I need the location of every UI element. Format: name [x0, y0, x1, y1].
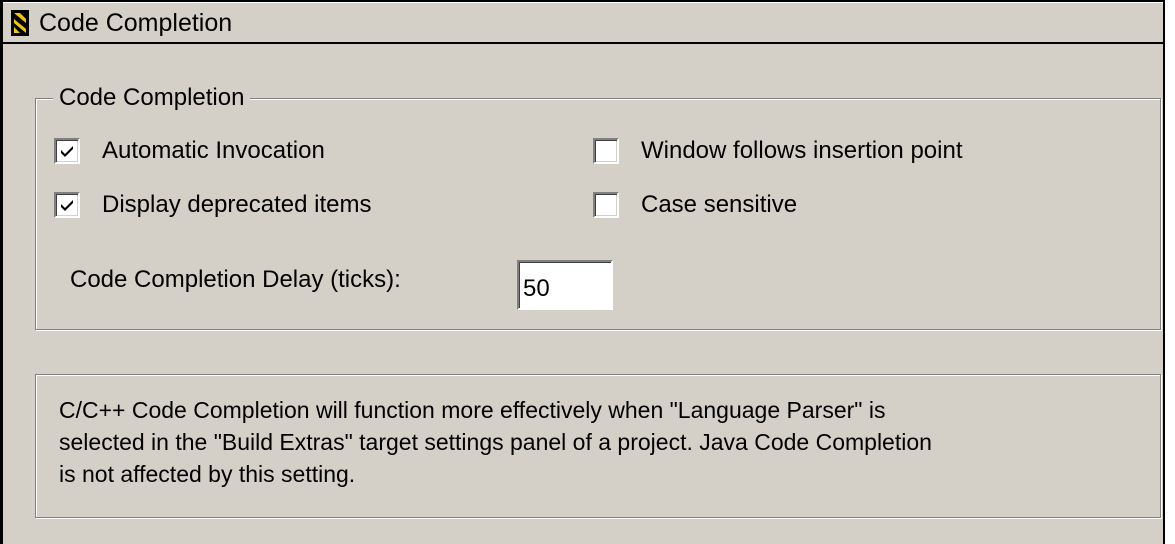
- delay-input[interactable]: [517, 260, 613, 310]
- automatic-invocation-checkbox[interactable]: Automatic Invocation: [54, 136, 325, 166]
- panel-title-bar: Code Completion: [3, 0, 1163, 44]
- case-sensitive-checkbox[interactable]: Case sensitive: [593, 190, 797, 220]
- note-line: is not affected by this setting.: [59, 461, 356, 487]
- panel-grip-icon: [11, 10, 29, 36]
- checkmark-icon: [61, 146, 73, 157]
- checkbox-box[interactable]: [54, 192, 80, 218]
- info-note-text: C/C++ Code Completion will function more…: [59, 394, 1149, 490]
- checkbox-box[interactable]: [593, 192, 619, 218]
- panel-title: Code Completion: [39, 9, 233, 37]
- checkbox-label: Display deprecated items: [102, 191, 372, 218]
- checkbox-label: Case sensitive: [641, 191, 798, 218]
- note-line: C/C++ Code Completion will function more…: [59, 397, 886, 423]
- window-follows-insertion-point-checkbox[interactable]: Window follows insertion point: [593, 136, 962, 166]
- display-deprecated-items-checkbox[interactable]: Display deprecated items: [54, 190, 371, 220]
- note-line: selected in the "Build Extras" target se…: [59, 429, 932, 455]
- checkbox-box[interactable]: [54, 138, 80, 164]
- checkmark-icon: [61, 200, 73, 211]
- checkbox-label: Automatic Invocation: [102, 137, 325, 164]
- delay-label: Code Completion Delay (ticks):: [70, 266, 401, 293]
- group-legend: Code Completion: [53, 84, 251, 112]
- checkbox-box[interactable]: [593, 138, 619, 164]
- checkbox-label: Window follows insertion point: [641, 137, 963, 164]
- preferences-panel: Code Completion Code Completion Automati…: [0, 0, 1165, 544]
